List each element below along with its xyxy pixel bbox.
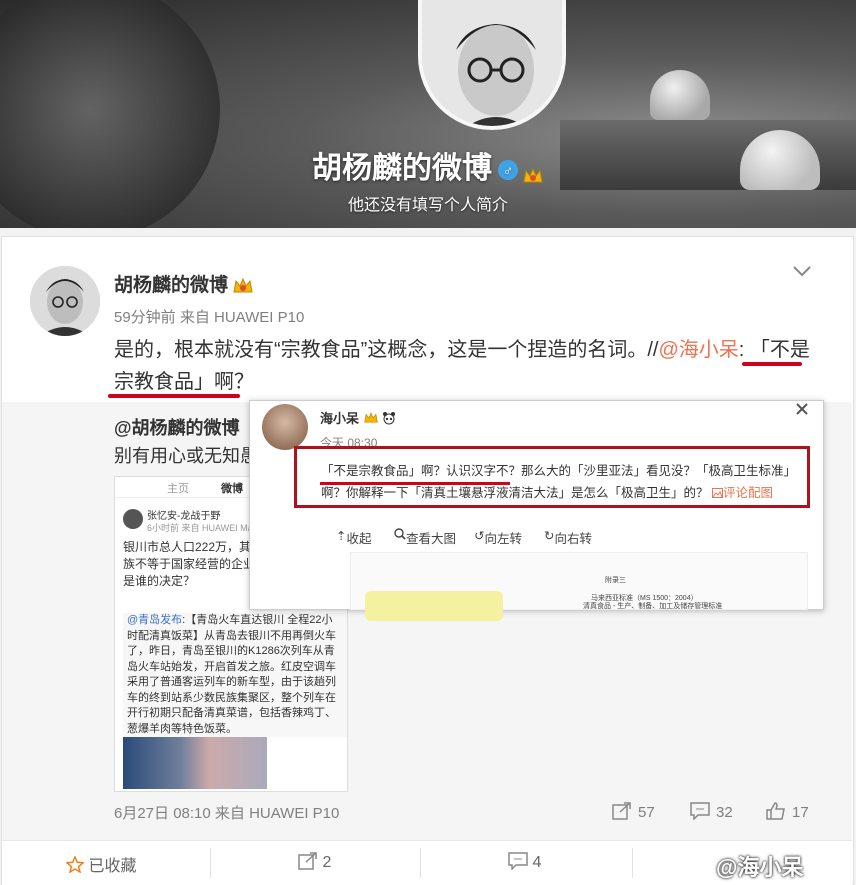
popup-image[interactable]: 附录三 马来西亚标准（MS 1500：2004） 清真食品 - 生产、制备、加工… [350, 552, 808, 621]
highlight-underline [108, 394, 240, 398]
profile-name: 胡杨麟的微博 ♂ [0, 143, 856, 187]
popup-avatar[interactable] [262, 404, 308, 450]
favorite-button[interactable]: 已收藏 [65, 852, 137, 876]
mention-link[interactable]: @海小呆 [658, 339, 738, 361]
thumb-avatar [123, 509, 143, 529]
action-divider [210, 848, 211, 878]
post-meta: 59分钟前 来自 HUAWEI P10 [114, 309, 305, 326]
thumb-quote-mention: @青岛发布 [127, 614, 183, 626]
post-text: 是的，根本就没有“宗教食品”这概念，这是一个捏造的名词。//@海小呆: 「不是宗… [114, 334, 814, 398]
comment-action-count: 4 [532, 854, 542, 871]
highlight-underline [742, 362, 802, 366]
comment-stat[interactable]: 32 [690, 802, 733, 821]
rotate-right-button[interactable]: ↻ 向右转 [544, 528, 592, 546]
comment-count: 32 [716, 804, 733, 821]
male-icon: ♂ [498, 160, 518, 181]
comment-image-link[interactable]: 评论配图 [712, 486, 773, 500]
star-icon [65, 855, 85, 874]
post-text-before: 是的，根本就没有“宗教食品”这概念，这是一个捏造的名词。// [114, 339, 659, 361]
popup-user-name[interactable]: 海小呆 [320, 411, 359, 426]
crown-icon [363, 412, 378, 423]
chevron-down-icon[interactable] [792, 264, 812, 280]
doc-highlight-note [365, 591, 503, 621]
image-icon [712, 488, 723, 498]
action-divider [420, 848, 421, 878]
thumb-quote: @青岛发布:【青岛火车直达银川 全程22小时配清真饭菜】从青岛去银川不用再倒火车… [123, 613, 347, 737]
comment-icon [690, 802, 710, 821]
thumb-photo [123, 737, 267, 789]
thumb-time: 6小时前 来自 HUAWEI Ma [147, 523, 253, 533]
panda-icon [383, 412, 396, 425]
profile-name-text: 胡杨麟的微博 [312, 152, 492, 185]
search-icon [394, 528, 406, 540]
post-author-name[interactable]: 胡杨麟的微博 [114, 275, 228, 296]
repost-text: 别有用心或无知愚 [114, 446, 258, 466]
comment-button[interactable]: 4 [508, 852, 541, 872]
like-count: 17 [792, 804, 809, 821]
forward-icon [612, 802, 631, 820]
thumb-tab-weibo: 微博 [221, 483, 243, 495]
forward-action-count: 2 [322, 854, 332, 871]
favorite-label: 已收藏 [88, 858, 137, 875]
doc-heading: 附录三 [605, 577, 626, 584]
action-divider [632, 848, 633, 878]
author-avatar[interactable] [30, 266, 100, 336]
forward-button[interactable]: 2 [298, 852, 331, 872]
highlight-underline [320, 482, 510, 485]
view-large-label: 查看大图 [406, 532, 457, 546]
like-stat[interactable]: 17 [766, 802, 809, 821]
rotate-right-label: 向右转 [554, 532, 592, 546]
rotate-left-button[interactable]: ↺ 向左转 [474, 528, 522, 546]
watermark: @海小呆 [716, 855, 804, 880]
close-icon[interactable] [796, 402, 808, 420]
post-author[interactable]: 胡杨麟的微博 [114, 270, 254, 297]
thumb-quote-text: :【青岛火车直达银川 全程22小时配清真饭菜】从青岛去银川不用再倒火车了，昨日，… [127, 614, 336, 735]
thumb-user: 张忆安-龙战于野 [147, 511, 221, 522]
comment-icon [508, 852, 528, 871]
collapse-label: 收起 [346, 532, 372, 546]
collapse-button[interactable]: ⇡ 收起 [336, 528, 372, 546]
forward-icon [298, 852, 317, 870]
forward-stat[interactable]: 57 [612, 802, 655, 821]
profile-bio: 他还没有填写个人简介 [347, 197, 508, 214]
banner-cup [650, 70, 710, 120]
thumbs-up-icon [766, 802, 785, 820]
crown-icon [232, 276, 254, 296]
repost-date[interactable]: 6月27日 08:10 来自 HUAWEI P10 [114, 802, 339, 823]
rotate-left-label: 向左转 [484, 532, 522, 546]
view-large-button[interactable]: 查看大图 [394, 528, 456, 546]
popup-user[interactable]: 海小呆 [320, 408, 396, 427]
crown-icon [522, 160, 544, 183]
doc-line: 清真食品 - 生产、制备、加工及储存管理标准 [583, 603, 723, 610]
forward-count: 57 [638, 804, 655, 821]
comment-image-label[interactable]: 评论配图 [723, 486, 773, 500]
repost-author[interactable]: @胡杨麟的微博 [114, 414, 240, 440]
thumb-tab-home: 主页 [167, 483, 189, 495]
